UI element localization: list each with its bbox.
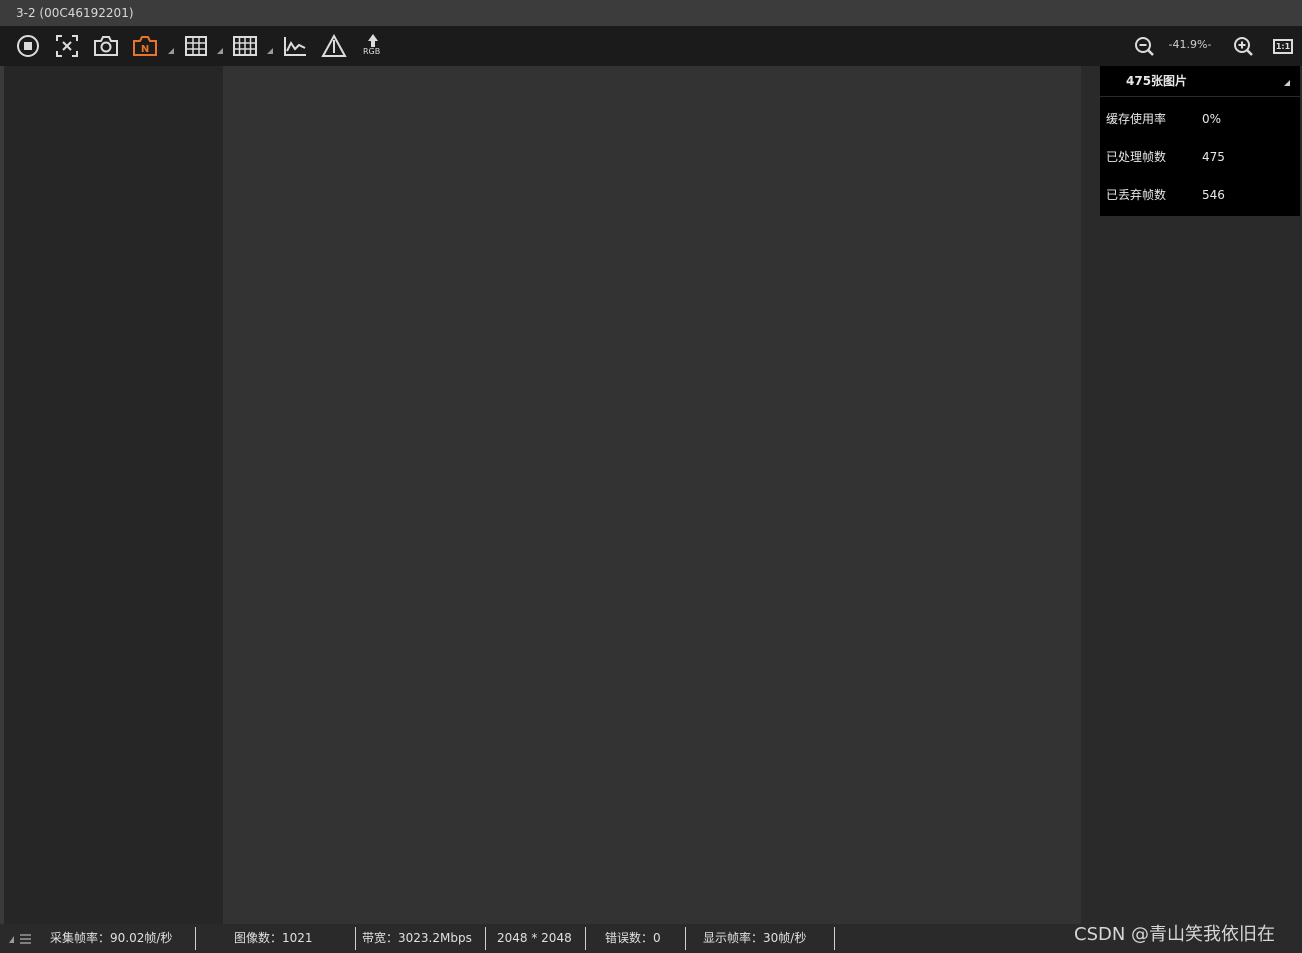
- stats-panel: 475张图片 缓存使用率 0% 已处理帧数 475 已丢弃帧数 546: [1100, 66, 1300, 216]
- fit-screen-icon: [56, 35, 78, 57]
- stat-row-processed-frames: 已处理帧数 475: [1100, 147, 1300, 167]
- image-count: 图像数：1021: [234, 931, 313, 945]
- grid-dropdown-arrow-icon[interactable]: [217, 48, 223, 54]
- table-grid-icon: [233, 36, 257, 56]
- stat-label: 已处理帧数: [1106, 150, 1167, 164]
- collapse-arrow-icon[interactable]: [1284, 80, 1290, 86]
- stat-label: 缓存使用率: [1106, 112, 1167, 126]
- camera-icon: [94, 36, 118, 56]
- fit-screen-button[interactable]: [51, 30, 83, 62]
- record-dropdown-arrow-icon[interactable]: [168, 48, 174, 54]
- status-divider: [834, 927, 835, 950]
- actual-size-button[interactable]: 1:1: [1267, 30, 1299, 62]
- warning-button[interactable]: [318, 30, 350, 62]
- watermark: CSDN @青山笑我依旧在: [1074, 924, 1276, 945]
- window-title: 3-2 (00C46192201): [16, 6, 134, 20]
- stat-label: 已丢弃帧数: [1106, 188, 1167, 202]
- zoom-out-icon: [1135, 37, 1154, 56]
- title-bar: 3-2 (00C46192201): [0, 0, 1302, 26]
- image-canvas[interactable]: [223, 66, 1081, 924]
- left-background-area: [4, 66, 223, 924]
- stop-button[interactable]: [12, 30, 44, 62]
- status-divider: [685, 927, 686, 950]
- status-divider: [195, 927, 196, 950]
- actual-size-icon: 1:1: [1273, 38, 1293, 54]
- snapshot-button[interactable]: [90, 30, 122, 62]
- zoom-in-icon: [1234, 37, 1253, 56]
- resolution: 2048 * 2048: [497, 931, 572, 945]
- app-window: 3-2 (00C46192201) N RGB -41.9%- 1:1 475张…: [0, 0, 1302, 953]
- zoom-in-button[interactable]: [1227, 30, 1259, 62]
- rgb-button[interactable]: RGB: [357, 30, 389, 62]
- zoom-level[interactable]: -41.9%-: [1160, 38, 1220, 51]
- warning-triangle-icon: [321, 34, 347, 57]
- zoom-out-button[interactable]: [1128, 30, 1160, 62]
- stat-value: 0%: [1202, 112, 1222, 126]
- list-icon[interactable]: [8, 933, 32, 945]
- table-grid-dropdown-arrow-icon[interactable]: [267, 48, 273, 54]
- cross-line-button[interactable]: [180, 30, 212, 62]
- status-divider: [585, 927, 586, 950]
- stat-value: 546: [1202, 188, 1225, 202]
- capture-fps: 采集帧率：90.02帧/秒: [50, 931, 173, 945]
- toolbar: N RGB -41.9%- 1:1: [0, 26, 1302, 66]
- bandwidth: 带宽：3023.2Mbps: [362, 931, 472, 945]
- stats-panel-title: 475张图片: [1126, 74, 1188, 88]
- grid-icon: [185, 36, 207, 56]
- stats-panel-header[interactable]: 475张图片: [1100, 66, 1300, 97]
- camera-n-icon: N: [133, 36, 157, 56]
- status-divider: [355, 927, 356, 950]
- record-button[interactable]: N: [129, 30, 161, 62]
- stat-row-dropped-frames: 已丢弃帧数 546: [1100, 185, 1300, 205]
- status-divider: [485, 927, 486, 950]
- stop-circle-icon: [17, 35, 39, 57]
- error-count: 错误数：0: [605, 931, 661, 945]
- histogram-button[interactable]: [279, 30, 311, 62]
- display-fps: 显示帧率：30帧/秒: [703, 931, 807, 945]
- line-chart-icon: [284, 37, 306, 56]
- rgb-label: RGB: [363, 47, 381, 56]
- svg-text:N: N: [141, 44, 149, 55]
- grid-button[interactable]: [229, 30, 261, 62]
- stat-value: 475: [1202, 150, 1225, 164]
- stat-row-cache-usage: 缓存使用率 0%: [1100, 109, 1300, 129]
